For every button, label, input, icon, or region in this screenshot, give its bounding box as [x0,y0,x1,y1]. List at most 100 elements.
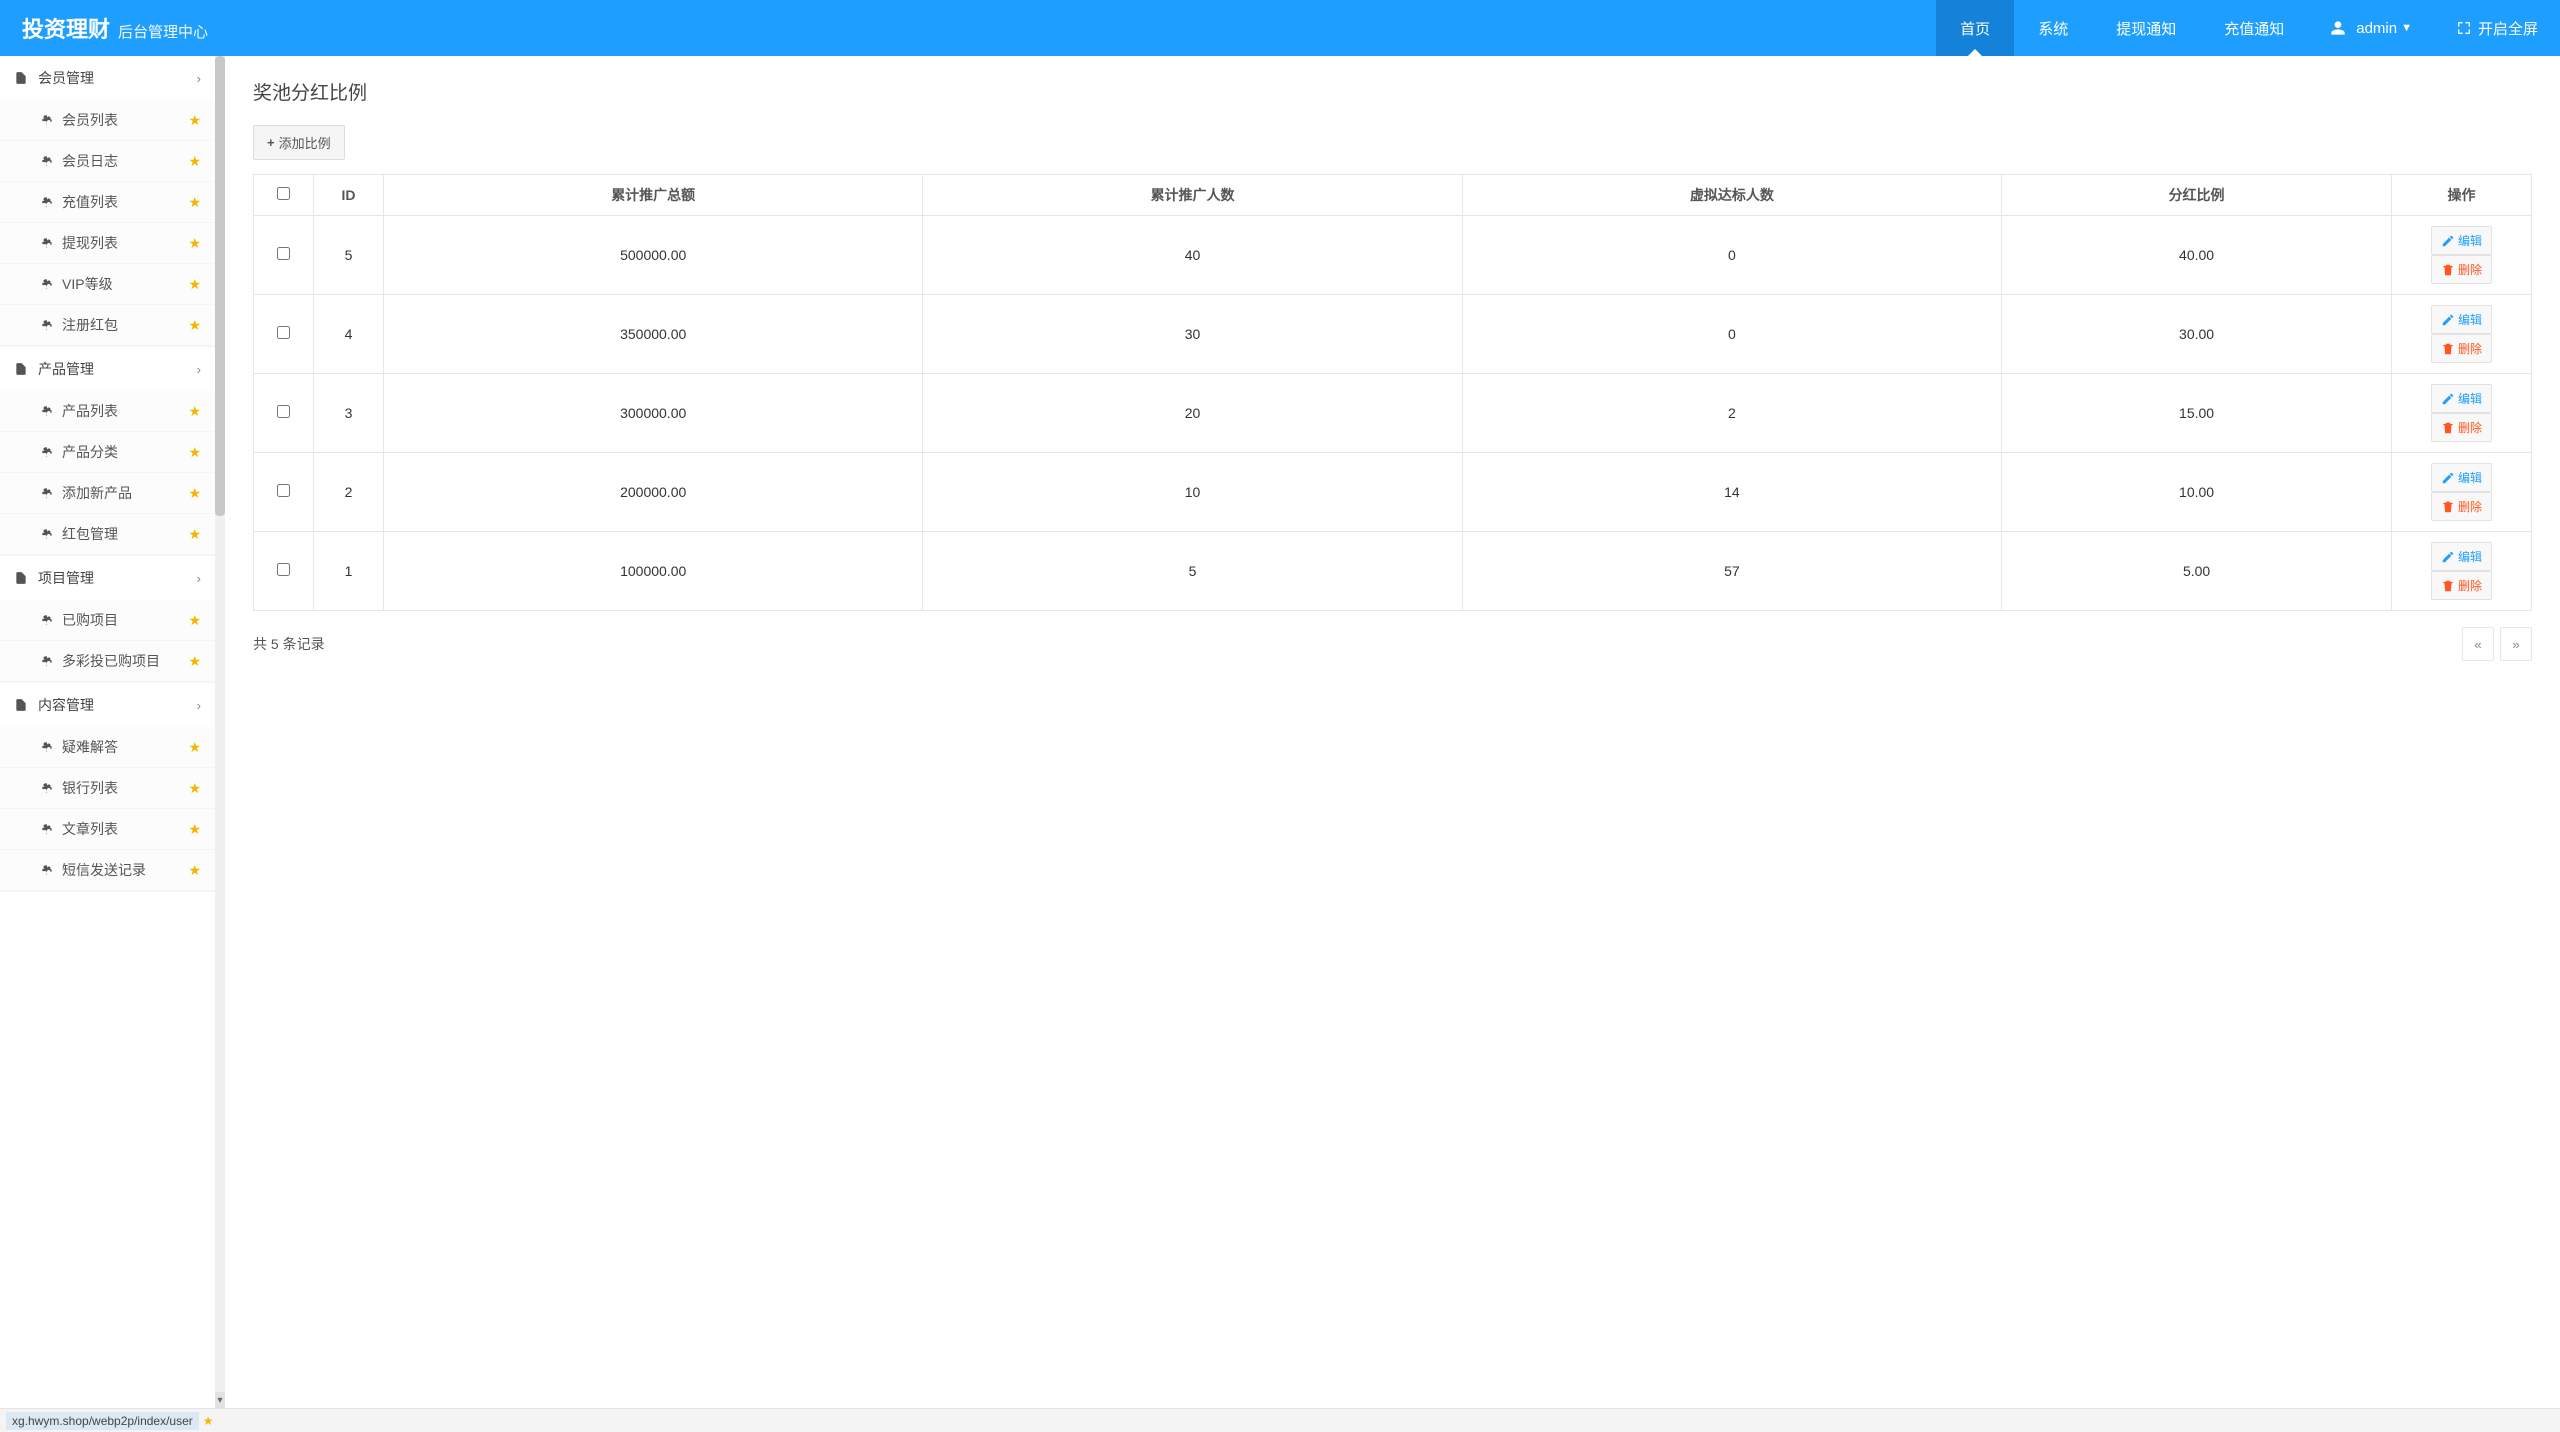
edit-button[interactable]: 编辑 [2431,226,2492,255]
add-ratio-button[interactable]: + 添加比例 [253,125,345,160]
star-icon: ★ [188,862,201,879]
row-checkbox[interactable] [277,247,290,260]
delete-button[interactable]: 删除 [2431,334,2492,363]
page-next-label: » [2512,637,2519,652]
cell-promo-total: 100000.00 [384,532,923,611]
th-bonus-ratio: 分红比例 [2002,175,2392,216]
cell-promo-people: 20 [923,374,1462,453]
row-checkbox[interactable] [277,326,290,339]
sidebar-holder: 会员管理 › 会员列表 ★ 会员日志 ★ [0,56,225,1408]
puzzle-icon [40,277,54,291]
delete-label: 删除 [2458,261,2482,278]
fullscreen-button[interactable]: 开启全屏 [2434,18,2560,39]
delete-label: 删除 [2458,498,2482,515]
sidebar-item-recharge-list[interactable]: 充值列表 ★ [0,182,215,223]
page-prev-label: « [2474,637,2481,652]
sidebar-item-withdraw-list[interactable]: 提现列表 ★ [0,223,215,264]
delete-button[interactable]: 删除 [2431,571,2492,600]
sidebar-item-product-list[interactable]: 产品列表 ★ [0,391,215,432]
trash-icon [2441,500,2455,514]
topnav-system[interactable]: 系统 [2014,0,2092,56]
cell-bonus-ratio: 40.00 [2002,216,2392,295]
select-all-checkbox[interactable] [277,187,290,200]
row-checkbox[interactable] [277,484,290,497]
cell-actions: 编辑 删除 [2392,453,2532,532]
sidebar-item-label: 产品列表 [62,401,118,421]
sidebar-item-product-category[interactable]: 产品分类 ★ [0,432,215,473]
menu-header-member[interactable]: 会员管理 › [0,56,215,100]
sidebar-item-sms-log[interactable]: 短信发送记录 ★ [0,850,215,891]
cell-promo-total: 500000.00 [384,216,923,295]
row-checkbox[interactable] [277,563,290,576]
star-icon: ★ [188,235,201,252]
file-icon [14,362,28,376]
page-prev-button[interactable]: « [2462,627,2494,661]
brand[interactable]: 投资理财 后台管理中心 [0,12,230,44]
menu-items-member: 会员列表 ★ 会员日志 ★ 充值列表 ★ 提现 [0,100,215,346]
cell-checkbox [254,453,314,532]
cell-checkbox [254,532,314,611]
edit-button[interactable]: 编辑 [2431,384,2492,413]
user-name: admin [2356,20,2397,37]
topnav-recharge-label: 充值通知 [2224,18,2284,39]
delete-button[interactable]: 删除 [2431,492,2492,521]
fullscreen-icon [2456,20,2472,36]
cell-promo-total: 300000.00 [384,374,923,453]
sidebar-item-label: 添加新产品 [62,483,132,503]
sidebar-item-colorful-purchased[interactable]: 多彩投已购项目 ★ [0,641,215,682]
sidebar-scrollbar[interactable]: ▾ [215,56,225,1408]
cell-promo-people: 40 [923,216,1462,295]
edit-label: 编辑 [2458,390,2482,407]
content: 奖池分红比例 + 添加比例 ID 累计推广总额 累计推广人数 虚拟达标人数 分红… [225,56,2560,1408]
page-next-button[interactable]: » [2500,627,2532,661]
menu-header-project[interactable]: 项目管理 › [0,556,215,600]
sidebar: 会员管理 › 会员列表 ★ 会员日志 ★ [0,56,215,1408]
sidebar-item-label: 产品分类 [62,442,118,462]
menu-group-member: 会员管理 › 会员列表 ★ 会员日志 ★ [0,56,215,347]
sidebar-item-faq[interactable]: 疑难解答 ★ [0,727,215,768]
edit-button[interactable]: 编辑 [2431,542,2492,571]
sidebar-item-register-redpacket[interactable]: 注册红包 ★ [0,305,215,346]
cell-promo-total: 350000.00 [384,295,923,374]
sidebar-item-label: 注册红包 [62,315,118,335]
topnav-home[interactable]: 首页 [1936,0,2014,56]
menu-header-content[interactable]: 内容管理 › [0,683,215,727]
menu-items-content: 疑难解答 ★ 银行列表 ★ 文章列表 ★ 短信 [0,727,215,891]
puzzle-icon [40,781,54,795]
sidebar-item-label: 文章列表 [62,819,118,839]
puzzle-icon [40,613,54,627]
edit-button[interactable]: 编辑 [2431,463,2492,492]
cell-checkbox [254,216,314,295]
cell-virtual-reached: 0 [1462,216,2001,295]
sidebar-item-add-product[interactable]: 添加新产品 ★ [0,473,215,514]
table-row: 1100000.005575.00编辑 删除 [254,532,2532,611]
star-icon: ★ [188,526,201,543]
sidebar-item-article-list[interactable]: 文章列表 ★ [0,809,215,850]
user-menu[interactable]: admin ▼ [2308,20,2434,37]
edit-button[interactable]: 编辑 [2431,305,2492,334]
sidebar-item-redpacket-manage[interactable]: 红包管理 ★ [0,514,215,555]
topbar: 投资理财 后台管理中心 首页 系统 提现通知 充值通知 admin ▼ 开启全屏 [0,0,2560,56]
star-icon: ★ [188,153,201,170]
row-checkbox[interactable] [277,405,290,418]
trash-icon [2441,342,2455,356]
delete-button[interactable]: 删除 [2431,255,2492,284]
scrollbar-down-arrow[interactable]: ▾ [215,1392,225,1408]
sidebar-item-bank-list[interactable]: 银行列表 ★ [0,768,215,809]
star-icon: ★ [188,444,201,461]
topnav-recharge-notice[interactable]: 充值通知 [2200,0,2308,56]
sidebar-item-vip-level[interactable]: VIP等级 ★ [0,264,215,305]
cell-virtual-reached: 14 [1462,453,2001,532]
th-promo-people: 累计推广人数 [923,175,1462,216]
table-body: 5500000.0040040.00编辑 删除4350000.0030030.0… [254,216,2532,611]
menu-header-member-label: 会员管理 [38,68,94,88]
cell-actions: 编辑 删除 [2392,216,2532,295]
sidebar-item-purchased[interactable]: 已购项目 ★ [0,600,215,641]
sidebar-item-member-list[interactable]: 会员列表 ★ [0,100,215,141]
delete-button[interactable]: 删除 [2431,413,2492,442]
cell-virtual-reached: 0 [1462,295,2001,374]
sidebar-item-member-log[interactable]: 会员日志 ★ [0,141,215,182]
topnav-withdraw-notice[interactable]: 提现通知 [2092,0,2200,56]
menu-header-product[interactable]: 产品管理 › [0,347,215,391]
scrollbar-thumb[interactable] [215,56,225,516]
